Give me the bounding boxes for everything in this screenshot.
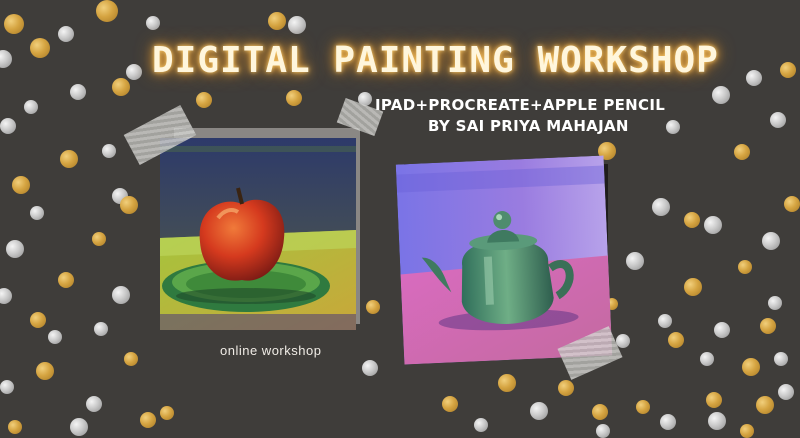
silver-dot — [596, 424, 610, 438]
silver-dot — [30, 206, 44, 220]
silver-dot — [746, 70, 762, 86]
gold-dot — [96, 0, 118, 22]
workshop-format-label: online workshop — [220, 343, 322, 358]
silver-dot — [712, 86, 730, 104]
silver-dot — [704, 216, 722, 234]
gold-dot — [30, 38, 50, 58]
gold-dot — [92, 232, 106, 246]
silver-dot — [0, 380, 14, 394]
silver-dot — [768, 296, 782, 310]
gold-dot — [268, 12, 286, 30]
silver-dot — [708, 412, 726, 430]
silver-dot — [626, 252, 644, 270]
silver-dot — [362, 360, 378, 376]
silver-dot — [474, 418, 488, 432]
gold-dot — [366, 300, 380, 314]
silver-dot — [0, 118, 16, 134]
gold-dot — [738, 260, 752, 274]
silver-dot — [94, 322, 108, 336]
silver-dot — [660, 414, 676, 430]
gold-dot — [734, 144, 750, 160]
workshop-banner: DIGITAL PAINTING WORKSHOP IPAD+PROCREATE… — [0, 0, 800, 438]
silver-dot — [658, 314, 672, 328]
gold-dot — [784, 196, 800, 212]
gold-dot — [112, 78, 130, 96]
silver-dot — [126, 64, 142, 80]
gold-dot — [140, 412, 156, 428]
gold-dot — [160, 406, 174, 420]
silver-dot — [6, 240, 24, 258]
gold-dot — [742, 358, 760, 376]
gold-dot — [684, 212, 700, 228]
workshop-title: DIGITAL PAINTING WORKSHOP — [152, 40, 719, 81]
silver-dot — [652, 198, 670, 216]
gold-dot — [124, 352, 138, 366]
gold-dot — [558, 380, 574, 396]
silver-dot — [58, 26, 74, 42]
gold-dot — [36, 362, 54, 380]
gold-dot — [760, 318, 776, 334]
silver-dot — [0, 50, 12, 68]
silver-dot — [530, 402, 548, 420]
apple-painting — [160, 138, 356, 330]
silver-dot — [774, 352, 788, 366]
gold-dot — [120, 196, 138, 214]
silver-dot — [112, 286, 130, 304]
gold-dot — [636, 400, 650, 414]
silver-dot — [288, 16, 306, 34]
gold-dot — [684, 278, 702, 296]
silver-dot — [48, 330, 62, 344]
silver-dot — [102, 144, 116, 158]
gold-dot — [30, 312, 46, 328]
silver-dot — [770, 112, 786, 128]
gold-dot — [442, 396, 458, 412]
silver-dot — [70, 418, 88, 436]
gold-dot — [740, 424, 754, 438]
gold-dot — [58, 272, 74, 288]
silver-dot — [0, 288, 12, 304]
silver-dot — [616, 334, 630, 348]
gold-dot — [196, 92, 212, 108]
teapot-painting — [395, 155, 613, 365]
tools-subtitle: IPAD+PROCREATE+APPLE PENCIL — [375, 96, 666, 114]
instructor-credit: BY SAI PRIYA MAHAJAN — [428, 117, 629, 135]
silver-dot — [778, 384, 794, 400]
gold-dot — [498, 374, 516, 392]
gold-dot — [592, 404, 608, 420]
silver-dot — [714, 322, 730, 338]
gold-dot — [756, 396, 774, 414]
gold-dot — [780, 62, 796, 78]
silver-dot — [666, 120, 680, 134]
silver-dot — [86, 396, 102, 412]
silver-dot — [70, 84, 86, 100]
silver-dot — [762, 232, 780, 250]
gold-dot — [12, 176, 30, 194]
gold-dot — [706, 392, 722, 408]
gold-dot — [286, 90, 302, 106]
gold-dot — [668, 332, 684, 348]
gold-dot — [60, 150, 78, 168]
silver-dot — [24, 100, 38, 114]
gold-dot — [8, 420, 22, 434]
gold-dot — [4, 14, 24, 34]
silver-dot — [146, 16, 160, 30]
silver-dot — [700, 352, 714, 366]
